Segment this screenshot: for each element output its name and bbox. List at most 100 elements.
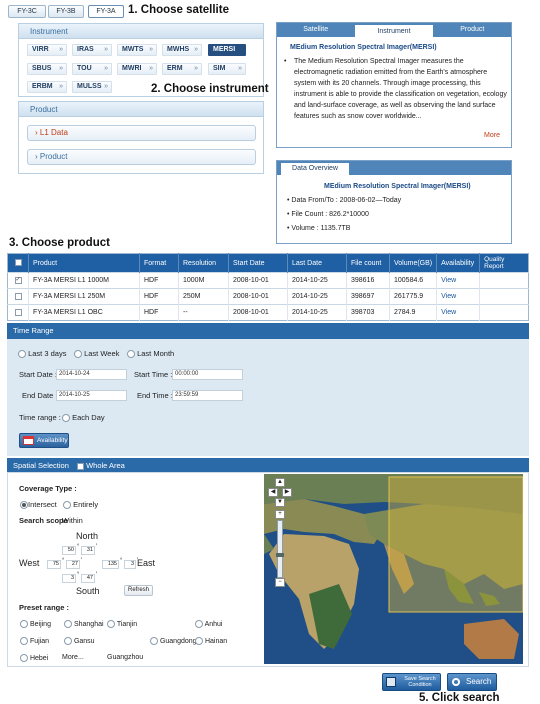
tab-fy3b[interactable]: FY-3B: [48, 5, 84, 18]
instrument-sim[interactable]: SIM »: [208, 63, 246, 75]
north-min-input[interactable]: 31: [81, 546, 95, 555]
tab-fy3a[interactable]: FY-3A: [88, 5, 124, 18]
tab-instrument[interactable]: Instrument: [354, 24, 434, 37]
radio[interactable]: [64, 620, 72, 628]
more-cities-link[interactable]: More...: [62, 654, 84, 661]
refresh-button[interactable]: Refresh: [124, 585, 153, 596]
availability-button[interactable]: Availability: [19, 433, 69, 448]
product-l1-data[interactable]: › L1 Data: [27, 125, 256, 141]
row-checkbox[interactable]: [14, 292, 22, 300]
east-deg-input[interactable]: 135: [102, 560, 119, 569]
radio[interactable]: [127, 350, 135, 359]
west-deg-input[interactable]: 75: [47, 560, 61, 569]
tab-fy3c[interactable]: FY-3C: [8, 5, 46, 18]
end-time-input[interactable]: 23:59:59: [172, 390, 243, 401]
row-checkbox[interactable]: ✓: [14, 276, 22, 284]
south-min-input[interactable]: 47: [81, 574, 95, 583]
city-guangzhou[interactable]: Guangzhou: [107, 654, 143, 661]
view-link[interactable]: View: [436, 304, 480, 321]
entirely-option[interactable]: Entirely: [63, 500, 98, 510]
zoom-out-icon[interactable]: −: [275, 578, 285, 587]
view-link[interactable]: View: [436, 288, 480, 305]
table-header-row: Product Format Resolution Start Date Las…: [7, 253, 529, 273]
city-beijing[interactable]: Beijing: [20, 620, 51, 628]
radio[interactable]: [62, 414, 70, 423]
east-min-input[interactable]: 3: [124, 560, 136, 569]
radio[interactable]: [20, 501, 28, 510]
world-map: [264, 474, 523, 664]
pan-right-icon[interactable]: ▶: [282, 488, 292, 497]
zoom-slider[interactable]: [276, 520, 284, 578]
instrument-erm[interactable]: ERM »: [162, 63, 202, 75]
zoom-slider-handle[interactable]: [276, 553, 284, 557]
city-tianjin[interactable]: Tianjin: [107, 620, 137, 628]
instrument-mwri[interactable]: MWRI »: [117, 63, 157, 75]
zoom-in-icon[interactable]: +: [275, 510, 285, 519]
radio[interactable]: [195, 637, 203, 645]
instrument-mwts[interactable]: MWTS »: [117, 44, 157, 56]
search-button[interactable]: Search: [447, 673, 497, 691]
more-link[interactable]: More: [484, 132, 500, 139]
quick-last-month[interactable]: Last Month: [127, 349, 174, 359]
city-shanghai[interactable]: Shanghai: [64, 620, 104, 628]
tab-satellite[interactable]: Satellite: [277, 23, 354, 37]
tab-data-overview[interactable]: Data Overview: [281, 163, 349, 175]
start-time-input[interactable]: 00:00:00: [172, 369, 243, 380]
select-all-header[interactable]: [7, 253, 29, 273]
quick-last-3-days[interactable]: Last 3 days: [18, 349, 66, 359]
row-select[interactable]: [7, 304, 29, 321]
city-label: Guangzhou: [107, 654, 144, 661]
radio[interactable]: [107, 620, 115, 628]
radio[interactable]: [150, 637, 158, 645]
instrument-tou[interactable]: TOU »: [72, 63, 112, 75]
instrument-iras[interactable]: IRAS »: [72, 44, 112, 56]
row-select[interactable]: [7, 288, 29, 305]
instrument-label: VIRR: [32, 46, 49, 53]
south-deg-input[interactable]: 3: [62, 574, 76, 583]
city-gansu[interactable]: Gansu: [64, 637, 95, 645]
whole-area-checkbox[interactable]: [76, 462, 84, 470]
table-row[interactable]: ✓ FY-3A MERSI L1 1000M HDF 1000M 2008-10…: [7, 272, 529, 289]
pan-down-icon[interactable]: ▼: [275, 498, 285, 507]
each-day-option[interactable]: Each Day: [62, 413, 105, 423]
end-date-input[interactable]: 2014-10-25: [56, 390, 127, 401]
city-guangdong[interactable]: Guangdong: [150, 637, 197, 645]
info-title: MEdium Resolution Spectral Imager(MERSI): [290, 44, 437, 51]
west-min-input[interactable]: 27: [66, 560, 80, 569]
radio[interactable]: [195, 620, 203, 628]
instrument-mersi[interactable]: MERSI: [208, 44, 246, 56]
radio[interactable]: [64, 637, 72, 645]
instrument-erbm[interactable]: ERBM »: [27, 81, 67, 93]
city-hainan[interactable]: Hainan: [195, 637, 227, 645]
instrument-sbus[interactable]: SBUS »: [27, 63, 67, 75]
quick-last-week[interactable]: Last Week: [74, 349, 119, 359]
tab-product[interactable]: Product: [434, 23, 511, 37]
radio[interactable]: [20, 620, 28, 628]
radio[interactable]: [74, 350, 82, 359]
select-all-checkbox[interactable]: [14, 259, 22, 267]
save-search-condition-button[interactable]: Save Search Condition: [382, 673, 441, 691]
instrument-mulss[interactable]: MULSS»: [72, 81, 112, 93]
radio[interactable]: [63, 501, 71, 510]
city-fujian[interactable]: Fujian: [20, 637, 49, 645]
pan-left-icon[interactable]: ◀: [268, 488, 278, 497]
map-view[interactable]: ▲ ◀ ▶ ▼ + −: [264, 474, 523, 664]
row-select[interactable]: ✓: [7, 272, 29, 289]
pan-up-icon[interactable]: ▲: [275, 478, 285, 487]
cell-last-date: 2014-10-25: [287, 288, 347, 305]
product-product[interactable]: › Product: [27, 149, 256, 165]
north-deg-input[interactable]: 50: [62, 546, 76, 555]
radio[interactable]: [18, 350, 26, 359]
city-hebei[interactable]: Hebei: [20, 654, 48, 662]
view-link[interactable]: View: [436, 272, 480, 289]
instrument-mwhs[interactable]: MWHS »: [162, 44, 202, 56]
table-row[interactable]: FY-3A MERSI L1 250M HDF 250M 2008-10-01 …: [7, 288, 529, 305]
table-row[interactable]: FY-3A MERSI L1 OBC HDF -- 2008-10-01 201…: [7, 304, 529, 321]
instrument-virr[interactable]: VIRR »: [27, 44, 67, 56]
city-anhui[interactable]: Anhui: [195, 620, 222, 628]
row-checkbox[interactable]: [14, 308, 22, 316]
intersect-option[interactable]: Intersect: [20, 500, 57, 510]
radio[interactable]: [20, 654, 28, 662]
start-date-input[interactable]: 2014-10-24: [56, 369, 127, 380]
radio[interactable]: [20, 637, 28, 645]
